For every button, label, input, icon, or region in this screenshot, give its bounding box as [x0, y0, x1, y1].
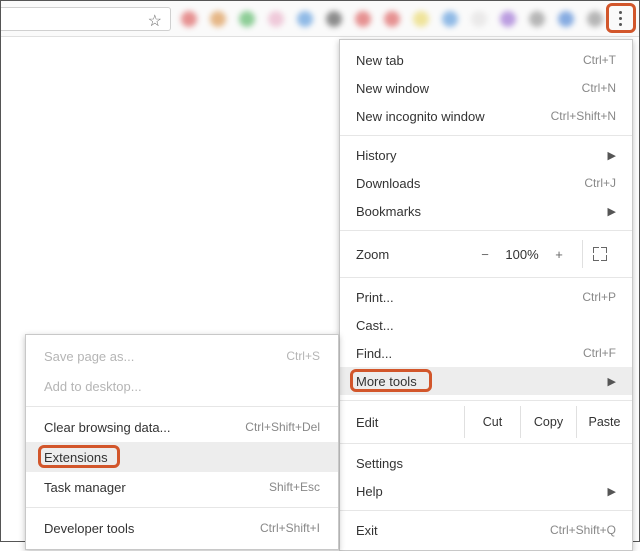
submenu-extensions[interactable]: Extensions — [26, 442, 338, 472]
menu-label: Bookmarks — [356, 204, 604, 219]
menu-label: New window — [356, 81, 582, 96]
extension-icon[interactable] — [326, 11, 342, 27]
menu-label: Settings — [356, 456, 616, 471]
menu-label: Cast... — [356, 318, 616, 333]
menu-separator — [340, 510, 632, 511]
browser-toolbar: ☆ — [1, 1, 639, 37]
menu-label: New incognito window — [356, 109, 551, 124]
submenu-clear-data[interactable]: Clear browsing data... Ctrl+Shift+Del — [26, 412, 338, 442]
extension-icon[interactable] — [471, 11, 487, 27]
cut-button[interactable]: Cut — [464, 406, 520, 438]
menu-separator — [26, 406, 338, 407]
address-bar-end[interactable]: ☆ — [1, 7, 171, 31]
submenu-add-desktop[interactable]: Add to desktop... — [26, 371, 338, 401]
extension-icon[interactable] — [558, 11, 574, 27]
extension-icon[interactable] — [413, 11, 429, 27]
menu-shortcut: Ctrl+Shift+N — [551, 109, 616, 123]
extension-icon[interactable] — [587, 11, 603, 27]
vertical-dots-icon — [619, 11, 622, 26]
menu-separator — [340, 443, 632, 444]
menu-label: New tab — [356, 53, 583, 68]
menu-exit[interactable]: Exit Ctrl+Shift+Q — [340, 516, 632, 544]
zoom-out-button[interactable]: − — [470, 240, 500, 268]
menu-label: Zoom — [356, 247, 470, 262]
menu-shortcut: Ctrl+Shift+I — [260, 521, 320, 535]
menu-label: Extensions — [44, 450, 320, 465]
extension-icon[interactable] — [181, 11, 197, 27]
menu-settings[interactable]: Settings — [340, 449, 632, 477]
menu-edit-row: Edit Cut Copy Paste — [340, 406, 632, 438]
menu-history[interactable]: History ▶ — [340, 141, 632, 169]
menu-label: Task manager — [44, 480, 269, 495]
extension-icon[interactable] — [297, 11, 313, 27]
menu-new-window[interactable]: New window Ctrl+N — [340, 74, 632, 102]
menu-separator — [340, 400, 632, 401]
menu-new-incognito[interactable]: New incognito window Ctrl+Shift+N — [340, 102, 632, 130]
menu-shortcut: Ctrl+P — [582, 290, 616, 304]
menu-label: History — [356, 148, 604, 163]
menu-label: Edit — [356, 415, 464, 430]
menu-separator — [26, 507, 338, 508]
chevron-right-icon: ▶ — [608, 149, 616, 162]
paste-button[interactable]: Paste — [576, 406, 632, 438]
extension-icon[interactable] — [268, 11, 284, 27]
extension-icon[interactable] — [355, 11, 371, 27]
menu-label: More tools — [356, 374, 604, 389]
extension-icon[interactable] — [442, 11, 458, 27]
extension-icon[interactable] — [210, 11, 226, 27]
menu-downloads[interactable]: Downloads Ctrl+J — [340, 169, 632, 197]
menu-shortcut: Ctrl+N — [582, 81, 616, 95]
menu-shortcut: Ctrl+Shift+Del — [245, 420, 320, 434]
menu-separator — [340, 230, 632, 231]
menu-label: Downloads — [356, 176, 584, 191]
submenu-dev-tools[interactable]: Developer tools Ctrl+Shift+I — [26, 513, 338, 543]
menu-cast[interactable]: Cast... — [340, 311, 632, 339]
menu-shortcut: Ctrl+Shift+Q — [550, 523, 616, 537]
menu-label: Find... — [356, 346, 583, 361]
extension-icon[interactable] — [529, 11, 545, 27]
chevron-right-icon: ▶ — [608, 205, 616, 218]
menu-print[interactable]: Print... Ctrl+P — [340, 283, 632, 311]
zoom-in-button[interactable]: + — [544, 240, 574, 268]
menu-more-tools[interactable]: More tools ▶ — [340, 367, 632, 395]
menu-shortcut: Ctrl+J — [584, 176, 616, 190]
extension-icon[interactable] — [500, 11, 516, 27]
extension-icon[interactable] — [384, 11, 400, 27]
menu-shortcut: Ctrl+S — [286, 349, 320, 363]
copy-button[interactable]: Copy — [520, 406, 576, 438]
menu-separator — [340, 277, 632, 278]
menu-label: Save page as... — [44, 349, 286, 364]
menu-label: Help — [356, 484, 604, 499]
menu-label: Print... — [356, 290, 582, 305]
extension-icon[interactable] — [239, 11, 255, 27]
submenu-task-manager[interactable]: Task manager Shift+Esc — [26, 472, 338, 502]
menu-label: Exit — [356, 523, 550, 538]
extension-icons-row — [181, 11, 603, 27]
more-tools-submenu: Save page as... Ctrl+S Add to desktop...… — [25, 334, 339, 550]
bookmark-star-icon[interactable]: ☆ — [148, 11, 162, 31]
menu-label: Add to desktop... — [44, 379, 320, 394]
menu-label: Clear browsing data... — [44, 420, 245, 435]
menu-label: Developer tools — [44, 521, 260, 536]
chevron-right-icon: ▶ — [608, 375, 616, 388]
menu-zoom-row: Zoom − 100% + — [340, 236, 632, 272]
menu-shortcut: Shift+Esc — [269, 480, 320, 494]
fullscreen-icon — [593, 247, 607, 261]
chrome-menu-button[interactable] — [608, 5, 633, 31]
menu-bookmarks[interactable]: Bookmarks ▶ — [340, 197, 632, 225]
menu-help[interactable]: Help ▶ — [340, 477, 632, 505]
chrome-main-menu: New tab Ctrl+T New window Ctrl+N New inc… — [339, 39, 633, 551]
menu-new-tab[interactable]: New tab Ctrl+T — [340, 46, 632, 74]
menu-shortcut: Ctrl+F — [583, 346, 616, 360]
menu-separator — [340, 135, 632, 136]
fullscreen-button[interactable] — [582, 240, 616, 268]
submenu-save-page[interactable]: Save page as... Ctrl+S — [26, 341, 338, 371]
menu-find[interactable]: Find... Ctrl+F — [340, 339, 632, 367]
chevron-right-icon: ▶ — [608, 485, 616, 498]
zoom-value: 100% — [500, 247, 544, 262]
menu-shortcut: Ctrl+T — [583, 53, 616, 67]
